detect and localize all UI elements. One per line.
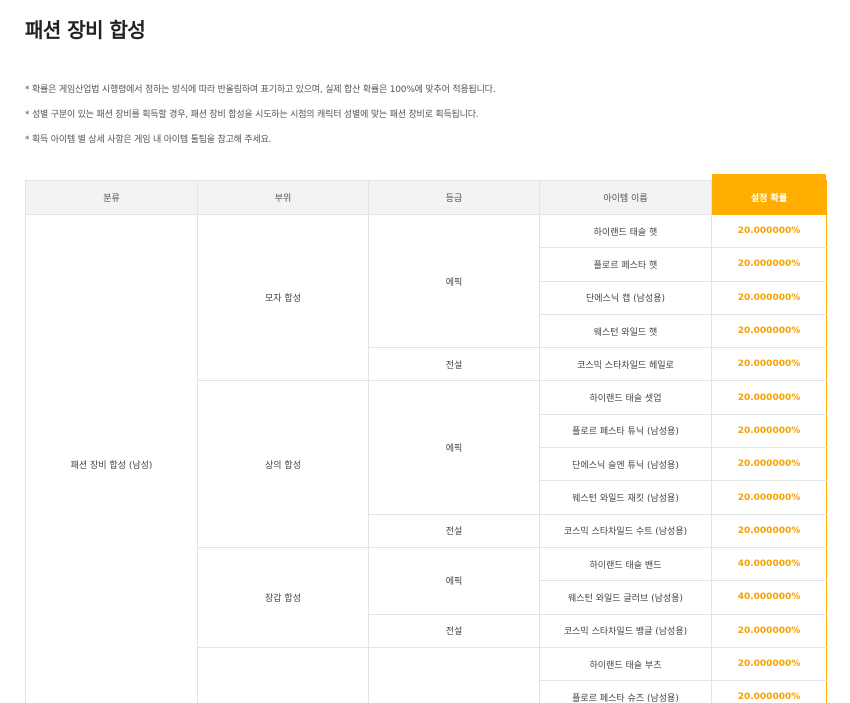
item-rate: 20.000000% [711, 347, 827, 382]
item-rate: 20.000000% [711, 447, 827, 482]
item-rate: 20.000000% [711, 213, 827, 249]
item-name: 플로르 페스타 햇 [539, 247, 712, 282]
probability-table: 분류 부위 등급 아이템 이름 설정 확률 패션 장비 합성 (남성) 모자 합… [25, 180, 827, 703]
item-rate: 20.000000% [711, 380, 827, 415]
item-name: 하이랜드 태슬 밴드 [539, 546, 712, 582]
grade-cell-epic: 에픽 [368, 380, 540, 515]
item-name: 웨스턴 와일드 글러브 (남성용) [539, 580, 712, 615]
item-name: 하이랜드 태슬 셋업 [539, 380, 712, 415]
page-title: 패션 장비 합성 [25, 18, 146, 42]
part-cell-hat: 모자 합성 [197, 213, 369, 382]
notice-tooltip: * 획득 아이템 별 상세 사항은 게임 내 아이템 툴팁을 참고해 주세요. [25, 135, 272, 145]
item-name: 코스믹 스타차일드 뱅글 (남성용) [539, 613, 712, 648]
grade-cell-legend: 전설 [368, 613, 540, 648]
table-header-row: 분류 부위 등급 아이템 이름 설정 확률 [25, 180, 827, 215]
item-rate: 40.000000% [711, 580, 827, 615]
item-name: 코스믹 스타차일드 헤일로 [539, 347, 712, 382]
item-name: 플로르 페스타 튜닉 (남성용) [539, 413, 712, 449]
header-grade: 등급 [368, 180, 540, 215]
item-name: 하이랜드 태슬 부츠 [539, 646, 712, 682]
item-rate: 40.000000% [711, 546, 827, 582]
table-row: 패션 장비 합성 (남성) 모자 합성 에픽 하이랜드 태슬 햇 20.0000… [25, 213, 827, 703]
item-name: 하이랜드 태슬 햇 [539, 213, 712, 249]
grade-cell-legend: 전설 [368, 513, 540, 548]
header-part: 부위 [197, 180, 369, 215]
item-name: 플로르 페스타 슈즈 (남성용) [539, 680, 712, 703]
item-rate: 20.000000% [711, 313, 827, 349]
item-name: 웨스턴 와일드 재킷 (남성용) [539, 480, 712, 515]
item-rate: 20.000000% [711, 680, 827, 703]
header-category: 분류 [25, 180, 198, 215]
grade-cell-shoes [368, 646, 540, 703]
item-rate: 20.000000% [711, 480, 827, 515]
part-cell-gloves: 장갑 합성 [197, 546, 369, 648]
category-cell: 패션 장비 합성 (남성) [25, 213, 198, 703]
item-rate: 20.000000% [711, 646, 827, 682]
grade-cell-epic: 에픽 [368, 213, 540, 349]
item-name: 웨스턴 와일드 햇 [539, 313, 712, 349]
item-name: 코스믹 스타차일드 수트 (남성용) [539, 513, 712, 548]
notice-probability: * 확률은 게임산업법 시행령에서 정하는 방식에 따라 반올림하여 표기하고 … [25, 85, 496, 95]
part-cell-shoes [197, 646, 369, 703]
item-rate: 20.000000% [711, 280, 827, 315]
header-rate: 설정 확률 [711, 180, 827, 215]
header-item-name: 아이템 이름 [539, 180, 712, 215]
item-name: 단에스닉 슬엔 튜닉 (남성용) [539, 447, 712, 482]
item-rate: 20.000000% [711, 247, 827, 282]
item-rate: 20.000000% [711, 513, 827, 548]
grade-cell-epic: 에픽 [368, 546, 540, 615]
item-rate: 20.000000% [711, 613, 827, 648]
item-name: 단에스닉 캡 (남성용) [539, 280, 712, 315]
notice-list: * 확률은 게임산업법 시행령에서 정하는 방식에 따라 반올림하여 표기하고 … [25, 84, 496, 159]
grade-cell-legend: 전설 [368, 347, 540, 382]
notice-gender: * 성별 구분이 있는 패션 장비를 획득할 경우, 패션 장비 합성을 시도하… [25, 110, 479, 120]
item-rate: 20.000000% [711, 413, 827, 449]
part-cell-top: 상의 합성 [197, 380, 369, 548]
